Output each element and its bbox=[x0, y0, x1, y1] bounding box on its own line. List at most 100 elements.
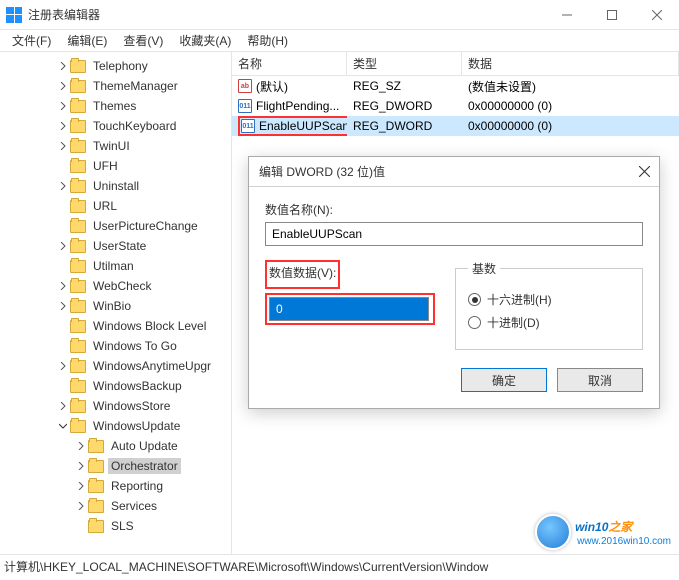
tree-item-label: ThemeManager bbox=[90, 78, 181, 94]
cell-data: 0x00000000 (0) bbox=[462, 99, 679, 113]
tree-item[interactable]: WindowsStore bbox=[0, 396, 231, 416]
base-fieldset: 基数 十六进制(H) 十进制(D) bbox=[455, 260, 643, 350]
close-button[interactable] bbox=[634, 0, 679, 30]
list-row[interactable]: 011EnableUUPScanREG_DWORD0x00000000 (0) bbox=[232, 116, 679, 136]
minimize-button[interactable] bbox=[544, 0, 589, 30]
chevron-right-icon bbox=[56, 199, 70, 213]
data-input[interactable] bbox=[269, 297, 429, 321]
data-label: 数值数据(V): bbox=[269, 264, 336, 281]
menu-view[interactable]: 查看(V) bbox=[115, 30, 171, 51]
tree-item[interactable]: URL bbox=[0, 196, 231, 216]
name-input[interactable] bbox=[265, 222, 643, 246]
tree-item[interactable]: WindowsUpdate bbox=[0, 416, 231, 436]
tree-item-label: TouchKeyboard bbox=[90, 118, 179, 134]
chevron-right-icon[interactable] bbox=[56, 239, 70, 253]
radio-hex[interactable]: 十六进制(H) bbox=[468, 291, 630, 308]
chevron-right-icon[interactable] bbox=[74, 479, 88, 493]
folder-icon bbox=[70, 200, 86, 213]
menu-edit[interactable]: 编辑(E) bbox=[59, 30, 115, 51]
tree-item-label: Uninstall bbox=[90, 178, 142, 194]
folder-icon bbox=[70, 260, 86, 273]
tree-item-label: WindowsBackup bbox=[90, 378, 185, 394]
window-title: 注册表编辑器 bbox=[28, 6, 544, 23]
chevron-right-icon[interactable] bbox=[56, 99, 70, 113]
tree-item[interactable]: Utilman bbox=[0, 256, 231, 276]
list-row[interactable]: 011FlightPending...REG_DWORD0x00000000 (… bbox=[232, 96, 679, 116]
tree-item[interactable]: WebCheck bbox=[0, 276, 231, 296]
chevron-right-icon[interactable] bbox=[56, 359, 70, 373]
tree-panel[interactable]: Telephony ThemeManager Themes TouchKeyboard… bbox=[0, 52, 232, 554]
tree-item[interactable]: WindowsBackup bbox=[0, 376, 231, 396]
tree-item[interactable]: Orchestrator bbox=[0, 456, 231, 476]
folder-icon bbox=[70, 140, 86, 153]
tree-item[interactable]: Auto Update bbox=[0, 436, 231, 456]
chevron-right-icon[interactable] bbox=[56, 299, 70, 313]
tree-item[interactable]: TwinUI bbox=[0, 136, 231, 156]
value-dword-icon: 011 bbox=[238, 99, 252, 113]
tree-item[interactable]: WindowsAnytimeUpgr bbox=[0, 356, 231, 376]
menu-file[interactable]: 文件(F) bbox=[4, 30, 59, 51]
tree-item[interactable]: UserPictureChange bbox=[0, 216, 231, 236]
chevron-right-icon[interactable] bbox=[74, 499, 88, 513]
menu-favorites[interactable]: 收藏夹(A) bbox=[171, 30, 239, 51]
tree-item-label: Utilman bbox=[90, 258, 137, 274]
list-row[interactable]: ab(默认)REG_SZ(数值未设置) bbox=[232, 76, 679, 96]
chevron-right-icon[interactable] bbox=[56, 179, 70, 193]
chevron-right-icon[interactable] bbox=[56, 139, 70, 153]
folder-icon bbox=[88, 480, 104, 493]
tree-item[interactable]: Telephony bbox=[0, 56, 231, 76]
chevron-right-icon bbox=[56, 379, 70, 393]
folder-icon bbox=[70, 80, 86, 93]
tree-item[interactable]: Services bbox=[0, 496, 231, 516]
value-string-icon: ab bbox=[238, 79, 252, 93]
tree-item[interactable]: Reporting bbox=[0, 476, 231, 496]
ok-button[interactable]: 确定 bbox=[461, 368, 547, 392]
chevron-right-icon[interactable] bbox=[74, 439, 88, 453]
folder-icon bbox=[70, 380, 86, 393]
tree-item[interactable]: Themes bbox=[0, 96, 231, 116]
value-dword-icon: 011 bbox=[241, 119, 255, 133]
col-name[interactable]: 名称 bbox=[232, 52, 347, 75]
chevron-right-icon bbox=[74, 519, 88, 533]
chevron-right-icon[interactable] bbox=[56, 279, 70, 293]
tree-item-label: Windows To Go bbox=[90, 338, 180, 354]
folder-icon bbox=[88, 440, 104, 453]
tree-item[interactable]: UserState bbox=[0, 236, 231, 256]
cancel-button[interactable]: 取消 bbox=[557, 368, 643, 392]
tree-item[interactable]: Windows To Go bbox=[0, 336, 231, 356]
folder-icon bbox=[70, 180, 86, 193]
chevron-right-icon bbox=[56, 319, 70, 333]
tree-item[interactable]: UFH bbox=[0, 156, 231, 176]
tree-item[interactable]: Uninstall bbox=[0, 176, 231, 196]
tree-item[interactable]: WinBio bbox=[0, 296, 231, 316]
chevron-right-icon[interactable] bbox=[56, 59, 70, 73]
chevron-down-icon[interactable] bbox=[56, 419, 70, 433]
dialog-title-bar[interactable]: 编辑 DWORD (32 位)值 bbox=[249, 157, 659, 187]
watermark-logo-icon bbox=[535, 514, 571, 550]
tree-item[interactable]: TouchKeyboard bbox=[0, 116, 231, 136]
folder-icon bbox=[70, 400, 86, 413]
tree-item-label: UserPictureChange bbox=[90, 218, 201, 234]
tree-item[interactable]: ThemeManager bbox=[0, 76, 231, 96]
col-data[interactable]: 数据 bbox=[462, 52, 679, 75]
folder-icon bbox=[70, 160, 86, 173]
radio-dec[interactable]: 十进制(D) bbox=[468, 314, 630, 331]
dialog-title: 编辑 DWORD (32 位)值 bbox=[259, 163, 385, 180]
folder-icon bbox=[70, 340, 86, 353]
menu-help[interactable]: 帮助(H) bbox=[239, 30, 296, 51]
folder-icon bbox=[88, 520, 104, 533]
name-label: 数值名称(N): bbox=[265, 201, 643, 218]
tree-item-label: Windows Block Level bbox=[90, 318, 209, 334]
tree-item[interactable]: SLS bbox=[0, 516, 231, 536]
tree-item-label: WebCheck bbox=[90, 278, 154, 294]
col-type[interactable]: 类型 bbox=[347, 52, 462, 75]
chevron-right-icon bbox=[56, 339, 70, 353]
dialog-close-button[interactable] bbox=[629, 157, 659, 187]
chevron-right-icon[interactable] bbox=[56, 399, 70, 413]
chevron-right-icon[interactable] bbox=[74, 459, 88, 473]
chevron-right-icon[interactable] bbox=[56, 119, 70, 133]
cell-name: ab(默认) bbox=[232, 78, 347, 95]
chevron-right-icon[interactable] bbox=[56, 79, 70, 93]
maximize-button[interactable] bbox=[589, 0, 634, 30]
tree-item[interactable]: Windows Block Level bbox=[0, 316, 231, 336]
